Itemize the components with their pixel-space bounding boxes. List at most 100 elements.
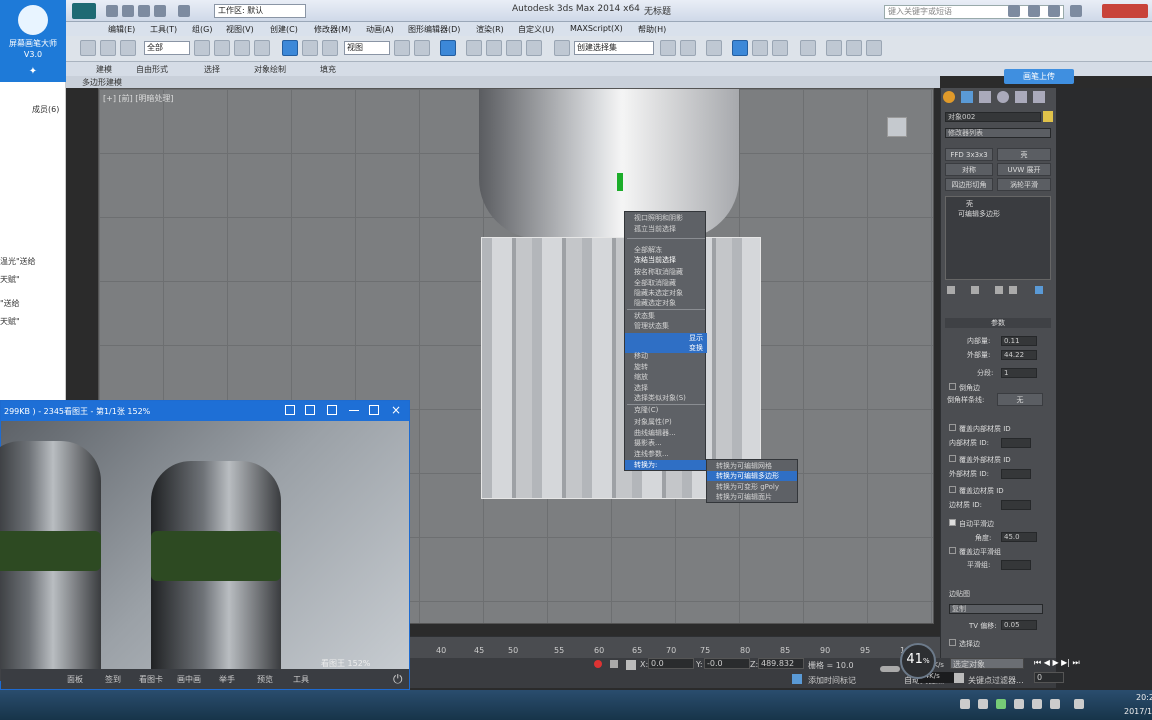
tab-selection[interactable]: 选择 bbox=[204, 64, 220, 75]
quad-chamfer-button[interactable]: 四边形切角 bbox=[945, 178, 993, 191]
submenu-item[interactable]: 转换为可变形 gPoly bbox=[707, 482, 797, 492]
make-unique-icon[interactable] bbox=[995, 286, 1003, 294]
parameters-rollout-header[interactable]: 参数 bbox=[945, 318, 1051, 328]
clock-date[interactable]: 2017/1 bbox=[1124, 707, 1152, 716]
undo-icon[interactable] bbox=[154, 5, 166, 17]
uvw-unwrap-button[interactable]: UVW 展开 bbox=[997, 163, 1051, 176]
current-frame-input[interactable]: 0 bbox=[1034, 672, 1064, 683]
mirror-icon[interactable] bbox=[660, 40, 676, 56]
menu-item[interactable]: 曲线编辑器... bbox=[625, 428, 707, 438]
rect-selection-icon[interactable] bbox=[234, 40, 250, 56]
edge-mapping-select[interactable]: 复制 bbox=[949, 604, 1043, 614]
maximize-icon[interactable] bbox=[369, 405, 379, 415]
configure-sets-icon[interactable] bbox=[1035, 286, 1043, 294]
open-file-icon[interactable] bbox=[122, 5, 134, 17]
display-tab-icon[interactable] bbox=[1015, 91, 1027, 103]
menu-item[interactable]: 管理状态集 bbox=[625, 321, 707, 331]
menu-item[interactable]: 全部解冻 bbox=[625, 245, 707, 255]
menu-icon[interactable] bbox=[285, 405, 295, 415]
modify-tab-icon[interactable] bbox=[961, 91, 973, 103]
select-object-icon[interactable] bbox=[194, 40, 210, 56]
workspace-select[interactable]: 工作区: 默认 bbox=[214, 4, 306, 18]
override-inner-checkbox[interactable] bbox=[949, 424, 956, 431]
tab-modeling[interactable]: 建模 bbox=[96, 64, 112, 75]
spinner-snap-icon[interactable] bbox=[526, 40, 542, 56]
inner-mat-id-input[interactable] bbox=[1001, 438, 1031, 448]
viewport-label[interactable]: [+] [前] [明暗处理] bbox=[103, 93, 174, 104]
turbosmooth-button[interactable]: 涡轮平滑 bbox=[997, 178, 1051, 191]
manipulate-icon[interactable] bbox=[414, 40, 430, 56]
stack-item-shell[interactable]: 壳 bbox=[966, 199, 973, 209]
viewer-bottom-item[interactable]: 签到 bbox=[105, 674, 121, 685]
skin-icon[interactable] bbox=[305, 405, 315, 415]
rendered-frame-icon[interactable] bbox=[846, 40, 862, 56]
object-name-input[interactable]: 对象002 bbox=[945, 112, 1041, 122]
viewer-title[interactable]: 299KB ) - 2345看图王 - 第1/1张 152% bbox=[1, 401, 409, 421]
viewer-bottom-item[interactable]: 工具 bbox=[293, 674, 309, 685]
override-outer-checkbox[interactable] bbox=[949, 455, 956, 462]
utilities-tab-icon[interactable] bbox=[1033, 91, 1045, 103]
hierarchy-tab-icon[interactable] bbox=[979, 91, 991, 103]
viewer-bottom-item[interactable]: 看图卡 bbox=[139, 674, 163, 685]
bevel-spline-button[interactable]: 无 bbox=[997, 393, 1043, 406]
clock-time[interactable]: 20:2 bbox=[1136, 693, 1152, 702]
tray-icon[interactable] bbox=[978, 699, 988, 709]
inner-amount-input[interactable]: 0.11 bbox=[1001, 336, 1037, 346]
tray-icon[interactable] bbox=[960, 699, 970, 709]
segments-input[interactable]: 1 bbox=[1001, 368, 1037, 378]
layer-manager-icon[interactable] bbox=[706, 40, 722, 56]
menu-rendering[interactable]: 渲染(R) bbox=[476, 24, 504, 35]
menu-item[interactable]: 连线参数... bbox=[625, 449, 707, 459]
scale-icon[interactable] bbox=[322, 40, 338, 56]
angle-snap-icon[interactable] bbox=[486, 40, 502, 56]
tab-freeform[interactable]: 自由形式 bbox=[136, 64, 168, 75]
menu-item[interactable]: 孤立当前选择 bbox=[625, 224, 707, 234]
menu-item[interactable]: 视口照明和阴影 bbox=[625, 213, 707, 223]
star-icon[interactable] bbox=[1048, 5, 1060, 17]
graphite-toggle-icon[interactable] bbox=[732, 40, 748, 56]
3dsmax-logo-icon[interactable] bbox=[72, 3, 96, 19]
menu-item[interactable]: 旋转 bbox=[625, 362, 707, 372]
add-time-tag[interactable]: 添加时间标记 bbox=[808, 675, 856, 686]
image-viewer-window[interactable]: 299KB ) - 2345看图王 - 第1/1张 152% × 看图王 152… bbox=[0, 400, 410, 690]
select-by-name-icon[interactable] bbox=[214, 40, 230, 56]
key-icon[interactable] bbox=[880, 666, 900, 672]
menu-maxscript[interactable]: MAXScript(X) bbox=[570, 24, 623, 33]
stack-item-editable-poly[interactable]: 可编辑多边形 bbox=[958, 209, 1000, 219]
percent-snap-icon[interactable] bbox=[506, 40, 522, 56]
chat-app-logo[interactable]: 屏幕画笔大师 V3.0 bbox=[0, 0, 66, 66]
edit-named-sets-icon[interactable] bbox=[554, 40, 570, 56]
window-crossing-icon[interactable] bbox=[254, 40, 270, 56]
menu-help[interactable]: 帮助(H) bbox=[638, 24, 666, 35]
snaps-toggle-icon[interactable] bbox=[466, 40, 482, 56]
override-edge-smooth-checkbox[interactable] bbox=[949, 547, 956, 554]
rotate-icon[interactable] bbox=[302, 40, 318, 56]
menu-item[interactable]: 冻结当前选择 bbox=[625, 255, 707, 265]
material-editor-icon[interactable] bbox=[800, 40, 816, 56]
outer-mat-id-input[interactable] bbox=[1001, 469, 1031, 479]
menu-item[interactable]: 摄影表... bbox=[625, 438, 707, 448]
pin-stack-icon[interactable] bbox=[947, 286, 955, 294]
move-gizmo-icon[interactable] bbox=[617, 173, 623, 191]
minimize-icon[interactable] bbox=[349, 410, 359, 411]
menu-item[interactable]: 状态集 bbox=[625, 311, 707, 321]
menu-item[interactable]: 隐藏未选定对象 bbox=[625, 288, 707, 298]
menu-item[interactable]: 按名称取消隐藏 bbox=[625, 267, 707, 277]
network-icon[interactable] bbox=[1032, 699, 1042, 709]
menu-graph-editors[interactable]: 图形编辑器(D) bbox=[408, 24, 460, 35]
tab-object-paint[interactable]: 对象绘制 bbox=[254, 64, 286, 75]
save-file-icon[interactable] bbox=[138, 5, 150, 17]
set-key-icon[interactable] bbox=[954, 673, 964, 683]
ffd-button[interactable]: FFD 3x3x3 bbox=[945, 148, 993, 161]
tray-icon[interactable] bbox=[996, 699, 1006, 709]
z-coord-input[interactable]: 489.832 bbox=[758, 658, 804, 669]
keyboard-shortcut-icon[interactable] bbox=[440, 40, 456, 56]
key-mode-icon[interactable] bbox=[594, 660, 602, 668]
menu-item[interactable]: 隐藏选定对象 bbox=[625, 298, 707, 308]
timeline-ruler[interactable]: 40 45 50 55 60 65 70 75 80 85 90 95 100 bbox=[410, 636, 940, 658]
menu-views[interactable]: 视图(V) bbox=[226, 24, 254, 35]
menu-item-convert-to[interactable]: 转换为: bbox=[625, 460, 707, 470]
viewer-bottom-item[interactable]: 面板 bbox=[67, 674, 83, 685]
modifier-list-select[interactable]: 修改器列表 bbox=[945, 128, 1051, 138]
named-selection-set-select[interactable]: 创建选择集 bbox=[574, 41, 654, 55]
